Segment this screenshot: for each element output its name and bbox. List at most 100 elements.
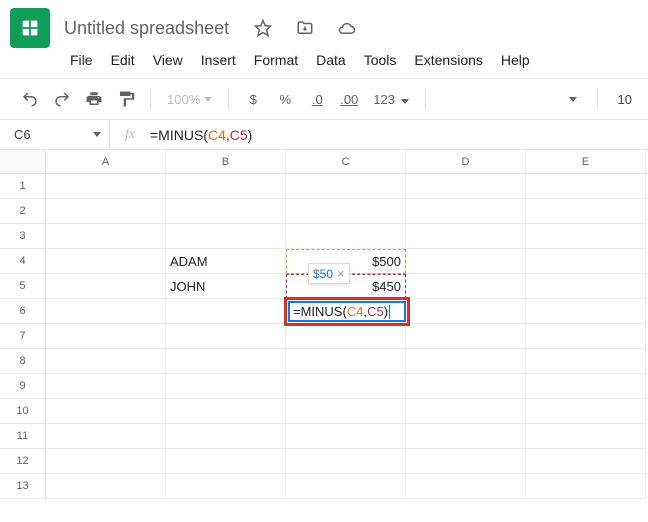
cell[interactable]: [286, 399, 406, 424]
row-header[interactable]: 4: [0, 249, 46, 274]
cell[interactable]: [46, 474, 166, 499]
cell[interactable]: [526, 299, 646, 324]
cell[interactable]: [406, 449, 526, 474]
cell[interactable]: [46, 274, 166, 299]
number-format-dropdown[interactable]: 123: [367, 92, 414, 107]
cell[interactable]: [166, 424, 286, 449]
cell[interactable]: [286, 199, 406, 224]
cell[interactable]: [46, 349, 166, 374]
row-header[interactable]: 11: [0, 424, 46, 449]
format-percent-button[interactable]: %: [271, 85, 299, 113]
cell[interactable]: [166, 299, 286, 324]
menu-format[interactable]: Format: [246, 48, 306, 72]
document-title[interactable]: Untitled spreadsheet: [60, 16, 233, 40]
cell[interactable]: [166, 199, 286, 224]
cell[interactable]: [46, 324, 166, 349]
cell[interactable]: [46, 374, 166, 399]
cell[interactable]: [526, 274, 646, 299]
cell[interactable]: [166, 399, 286, 424]
redo-button[interactable]: [48, 85, 76, 113]
cell[interactable]: [526, 324, 646, 349]
cell[interactable]: [46, 424, 166, 449]
row-header[interactable]: 12: [0, 449, 46, 474]
cell[interactable]: [46, 299, 166, 324]
move-to-folder-icon[interactable]: [293, 16, 317, 40]
cell[interactable]: [526, 174, 646, 199]
cell[interactable]: [286, 224, 406, 249]
formula-bar[interactable]: =MINUS(C4,C5): [150, 127, 252, 143]
row-header[interactable]: 9: [0, 374, 46, 399]
cell[interactable]: [46, 449, 166, 474]
cell[interactable]: [406, 349, 526, 374]
font-size-value[interactable]: 10: [618, 92, 632, 107]
undo-button[interactable]: [16, 85, 44, 113]
cell[interactable]: [406, 374, 526, 399]
cell-editor[interactable]: =MINUS(C4,C5): [288, 301, 406, 322]
row-header[interactable]: 2: [0, 199, 46, 224]
cell[interactable]: [46, 249, 166, 274]
cell[interactable]: [526, 199, 646, 224]
select-all-corner[interactable]: [0, 150, 46, 173]
menu-help[interactable]: Help: [493, 48, 538, 72]
cell[interactable]: [286, 324, 406, 349]
cell[interactable]: [526, 424, 646, 449]
cell[interactable]: [526, 474, 646, 499]
column-header[interactable]: B: [166, 150, 286, 173]
format-currency-button[interactable]: $: [239, 85, 267, 113]
font-dropdown-icon[interactable]: [569, 97, 577, 102]
menu-extensions[interactable]: Extensions: [406, 48, 490, 72]
cell[interactable]: [166, 174, 286, 199]
menu-insert[interactable]: Insert: [193, 48, 244, 72]
row-header[interactable]: 6: [0, 299, 46, 324]
cell[interactable]: [406, 324, 526, 349]
paint-format-button[interactable]: [112, 85, 140, 113]
cell[interactable]: [526, 349, 646, 374]
star-icon[interactable]: [251, 16, 275, 40]
cell[interactable]: [526, 449, 646, 474]
cell[interactable]: [406, 174, 526, 199]
cell[interactable]: [406, 424, 526, 449]
sheets-logo[interactable]: [10, 8, 50, 48]
menu-view[interactable]: View: [145, 48, 191, 72]
cell[interactable]: [406, 274, 526, 299]
cell[interactable]: [166, 474, 286, 499]
cell[interactable]: [406, 474, 526, 499]
column-header[interactable]: E: [526, 150, 646, 173]
cell[interactable]: [406, 249, 526, 274]
name-box[interactable]: C6: [0, 120, 110, 149]
cell-B5[interactable]: JOHN: [166, 274, 286, 299]
cell[interactable]: [166, 449, 286, 474]
column-header[interactable]: D: [406, 150, 526, 173]
row-header[interactable]: 5: [0, 274, 46, 299]
row-header[interactable]: 7: [0, 324, 46, 349]
cell[interactable]: [286, 424, 406, 449]
row-header[interactable]: 10: [0, 399, 46, 424]
close-icon[interactable]: ×: [337, 266, 345, 281]
cell[interactable]: [406, 199, 526, 224]
cell[interactable]: [286, 474, 406, 499]
cell[interactable]: [406, 399, 526, 424]
decrease-decimal-button[interactable]: .0: [303, 85, 331, 113]
cell[interactable]: [526, 374, 646, 399]
cell[interactable]: [166, 349, 286, 374]
cell[interactable]: [46, 399, 166, 424]
cell[interactable]: [166, 374, 286, 399]
row-header[interactable]: 1: [0, 174, 46, 199]
row-header[interactable]: 8: [0, 349, 46, 374]
row-header[interactable]: 13: [0, 474, 46, 499]
zoom-dropdown[interactable]: 100%: [161, 92, 218, 107]
menu-tools[interactable]: Tools: [356, 48, 405, 72]
cell-B4[interactable]: ADAM: [166, 249, 286, 274]
cell[interactable]: [166, 224, 286, 249]
cell[interactable]: [46, 174, 166, 199]
cell[interactable]: [526, 249, 646, 274]
row-header[interactable]: 3: [0, 224, 46, 249]
cell[interactable]: [286, 449, 406, 474]
cell[interactable]: [166, 324, 286, 349]
cell[interactable]: [526, 399, 646, 424]
menu-edit[interactable]: Edit: [103, 48, 143, 72]
cell[interactable]: [286, 349, 406, 374]
cell[interactable]: [46, 199, 166, 224]
spreadsheet-grid[interactable]: A B C D E 1 2 3 4ADAM$500 5JOHN$450 6 7 …: [0, 150, 648, 499]
cell[interactable]: [406, 299, 526, 324]
